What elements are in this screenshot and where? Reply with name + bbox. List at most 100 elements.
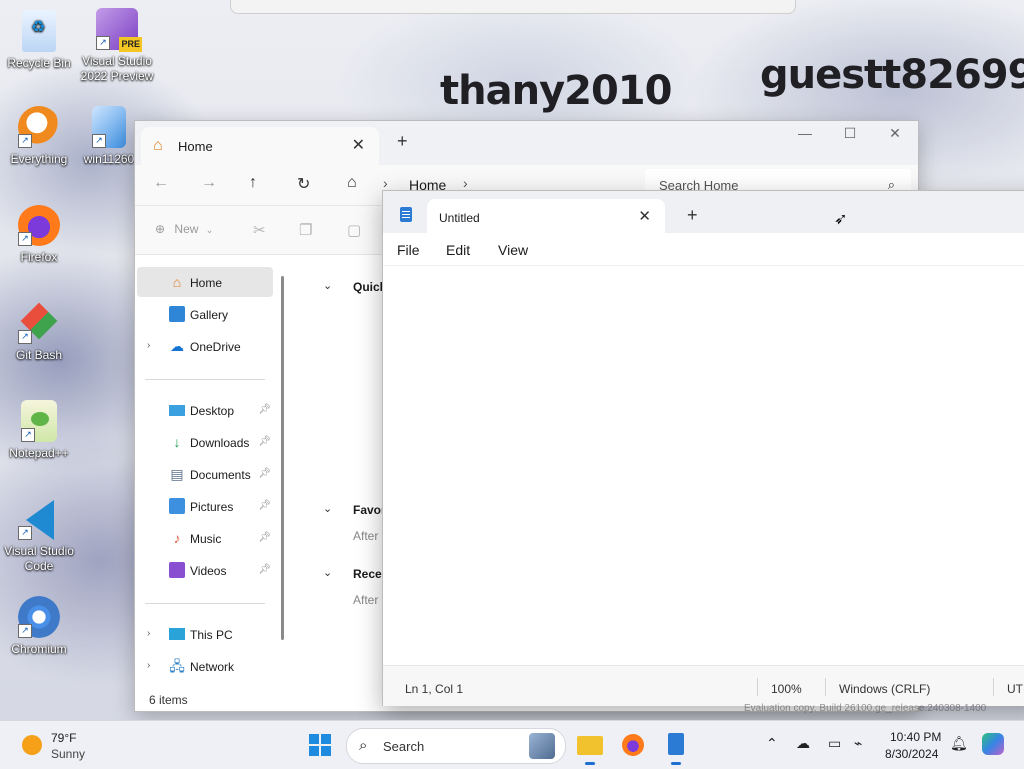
display-icon[interactable]: ▭ bbox=[828, 735, 841, 752]
menu-file[interactable]: File bbox=[397, 242, 420, 258]
cut-icon[interactable]: ✂ bbox=[253, 221, 266, 239]
chevron-right-icon[interactable]: › bbox=[147, 628, 150, 639]
desktop-icon-firefox[interactable]: ↗ Firefox bbox=[1, 204, 77, 265]
new-tab-button[interactable]: + bbox=[397, 131, 408, 152]
sidebar-scrollbar[interactable] bbox=[281, 276, 284, 640]
taskbar-search[interactable]: ⌕ Search bbox=[346, 728, 566, 764]
section-quick-access[interactable]: Quick bbox=[353, 280, 383, 294]
sun-icon[interactable] bbox=[22, 735, 42, 755]
chevron-down-icon[interactable]: ⌄ bbox=[323, 502, 332, 515]
network-status-icon[interactable]: ⌁ bbox=[854, 735, 862, 752]
search-icon: ⌕ bbox=[359, 737, 368, 754]
start-button[interactable] bbox=[309, 734, 331, 756]
section-favorites[interactable]: Favor bbox=[353, 503, 383, 517]
notepad-icon bbox=[668, 733, 684, 755]
minimize-button[interactable]: — bbox=[785, 125, 825, 141]
onedrive-icon: ☁ bbox=[170, 338, 184, 354]
sidebar-item-gallery[interactable]: Gallery bbox=[137, 299, 273, 329]
pin-icon[interactable]: 📌︎ bbox=[258, 436, 271, 447]
up-button[interactable]: ↑ bbox=[249, 174, 257, 192]
chevron-right-icon[interactable]: › bbox=[463, 175, 468, 191]
new-tab-button[interactable]: + bbox=[687, 205, 698, 226]
git-bash-icon: ↗ bbox=[18, 302, 60, 344]
documents-icon: ▤ bbox=[170, 466, 184, 482]
taskbar-notepad[interactable] bbox=[660, 729, 692, 765]
firefox-icon: ↗ bbox=[18, 204, 60, 246]
desktop-icon-git-bash[interactable]: ↗ Git Bash bbox=[1, 302, 77, 363]
forward-button[interactable]: → bbox=[201, 174, 217, 192]
onedrive-offline-icon[interactable]: ☁ bbox=[796, 735, 810, 752]
line-ending[interactable]: Windows (CRLF) bbox=[839, 682, 930, 696]
desktop-icon-chromium[interactable]: ↗ Chromium bbox=[1, 596, 77, 657]
sidebar-item-home[interactable]: ⌂ Home bbox=[137, 267, 273, 297]
sidebar-item-label: This PC bbox=[190, 628, 233, 642]
desktop-icon-vscode[interactable]: ↗ Visual Studio Code bbox=[1, 498, 77, 574]
clock-date[interactable]: 8/30/2024 bbox=[885, 747, 938, 761]
sidebar-item-onedrive[interactable]: › ☁ OneDrive bbox=[137, 331, 273, 361]
sidebar-item-documents[interactable]: ▤ Documents 📌︎ bbox=[137, 459, 273, 489]
new-button[interactable]: ⊕ New ⌄ bbox=[155, 222, 213, 236]
taskbar-firefox[interactable] bbox=[617, 729, 649, 761]
menu-view[interactable]: View bbox=[498, 242, 528, 258]
zoom-level[interactable]: 100% bbox=[771, 682, 802, 696]
sidebar-item-desktop[interactable]: Desktop 📌︎ bbox=[137, 395, 273, 425]
weather-condition[interactable]: Sunny bbox=[51, 747, 85, 761]
pin-icon[interactable]: 📌︎ bbox=[258, 404, 271, 415]
chevron-up-icon[interactable]: ⌃ bbox=[766, 735, 778, 752]
paste-icon[interactable]: ▢ bbox=[347, 221, 361, 239]
sidebar-item-this-pc[interactable]: › This PC bbox=[137, 619, 273, 649]
desktop-icon-win11260[interactable]: ↗ win11260 bbox=[79, 106, 139, 167]
desktop-icon-visual-studio[interactable]: ↗ PRE Visual Studio 2022 Preview bbox=[79, 8, 155, 84]
close-tab-icon[interactable]: ✕ bbox=[638, 207, 651, 225]
sidebar-item-music[interactable]: ♪ Music 📌︎ bbox=[137, 523, 273, 553]
everything-search-icon: ↗ bbox=[18, 106, 60, 148]
downloads-icon: ↓ bbox=[173, 434, 181, 450]
pin-icon[interactable]: 📌︎ bbox=[258, 564, 271, 575]
refresh-button[interactable]: ↻ bbox=[297, 174, 310, 194]
close-tab-icon[interactable]: ✕ bbox=[352, 135, 365, 155]
search-highlight-icon bbox=[529, 733, 555, 759]
copilot-icon[interactable] bbox=[982, 733, 1004, 755]
chevron-down-icon[interactable]: ⌄ bbox=[323, 566, 332, 579]
back-button[interactable]: ← bbox=[153, 174, 169, 192]
firefox-icon bbox=[622, 734, 644, 756]
desktop-icon-notepadpp[interactable]: ↗ Notepad++ bbox=[1, 400, 77, 461]
chevron-right-icon[interactable]: › bbox=[147, 340, 150, 351]
desktop-icon-label: Chromium bbox=[11, 642, 67, 656]
pin-icon[interactable]: 📌︎ bbox=[258, 500, 271, 511]
copy-icon[interactable]: ❐ bbox=[299, 221, 312, 239]
pin-icon[interactable]: 📌︎ bbox=[258, 468, 271, 479]
clock-time[interactable]: 10:40 PM bbox=[890, 730, 941, 744]
chevron-right-icon: › bbox=[383, 175, 388, 191]
status-divider bbox=[993, 678, 994, 696]
maximize-button[interactable]: ☐ bbox=[830, 125, 870, 142]
sidebar-item-label: Videos bbox=[190, 564, 227, 578]
desktop-icon-recycle-bin[interactable]: ♻ Recycle Bin bbox=[1, 10, 77, 71]
chevron-right-icon[interactable]: › bbox=[147, 660, 150, 671]
file-icon: ↗ bbox=[92, 106, 126, 148]
weather-temperature[interactable]: 79°F bbox=[51, 731, 76, 745]
pin-icon[interactable]: 📌︎ bbox=[258, 532, 271, 543]
chevron-down-icon[interactable]: ⌄ bbox=[323, 279, 332, 292]
notepad-tab-title: Untitled bbox=[439, 211, 480, 225]
sidebar-item-pictures[interactable]: Pictures 📌︎ bbox=[137, 491, 273, 521]
this-pc-icon bbox=[169, 628, 185, 640]
shortcut-arrow-icon: ↗ bbox=[21, 428, 35, 442]
desktop-icon-everything[interactable]: ↗ Everything bbox=[1, 106, 77, 167]
sidebar-item-videos[interactable]: Videos 📌︎ bbox=[137, 555, 273, 585]
text-editor-area[interactable] bbox=[383, 265, 1024, 666]
sidebar-item-downloads[interactable]: ↓ Downloads 📌︎ bbox=[137, 427, 273, 457]
close-window-button[interactable]: ✕ bbox=[875, 125, 915, 142]
notepad-tab-untitled[interactable]: Untitled ✕ bbox=[427, 199, 665, 233]
explorer-tab-home[interactable]: ⌂ Home ✕ bbox=[141, 127, 379, 165]
notification-bell-icon[interactable]: 🔔︎ bbox=[950, 735, 968, 752]
desktop-icon-label: Notepad++ bbox=[9, 446, 69, 460]
menu-edit[interactable]: Edit bbox=[446, 242, 470, 258]
sidebar-item-network[interactable]: › 🖧︎ Network bbox=[137, 651, 273, 681]
visual-studio-icon: ↗ PRE bbox=[96, 8, 142, 52]
gallery-icon bbox=[169, 306, 185, 322]
taskbar-file-explorer[interactable] bbox=[574, 729, 606, 765]
encoding[interactable]: UTF bbox=[1007, 682, 1024, 696]
address-home-icon[interactable]: ⌂ bbox=[347, 174, 357, 192]
section-recent[interactable]: Recen bbox=[353, 567, 383, 581]
